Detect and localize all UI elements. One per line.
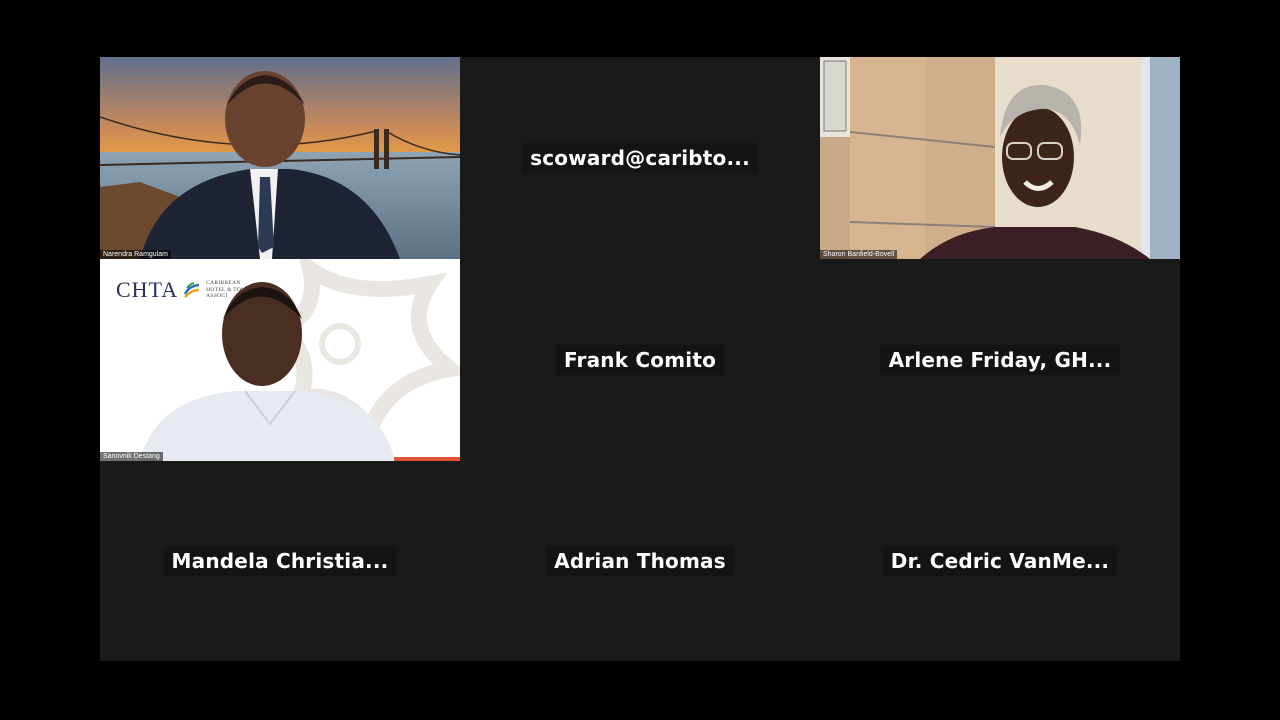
participant-tile-sanovnik[interactable]: CHTA CARIBBEAN HOTEL & TOU ASSOCI Sanovn… bbox=[100, 259, 460, 461]
chta-logo-subtitle: CARIBBEAN HOTEL & TOU ASSOCI bbox=[206, 280, 246, 300]
participant-name: Adrian Thomas bbox=[546, 546, 734, 576]
participant-tile-scoward[interactable]: scoward@caribto... bbox=[460, 57, 820, 259]
participant-tile-adrian[interactable]: Adrian Thomas bbox=[460, 461, 820, 661]
participant-tile-narendra[interactable]: Narendra Ramgulam bbox=[100, 57, 460, 259]
video-gallery: Narendra Ramgulam scoward@caribto... Sha… bbox=[100, 57, 1180, 661]
participant-name: Mandela Christia... bbox=[163, 546, 397, 576]
participant-name: Arlene Friday, GH... bbox=[880, 345, 1120, 375]
chta-logo-title: CHTA bbox=[116, 277, 179, 302]
participant-tile-arlene[interactable]: Arlene Friday, GH... bbox=[820, 259, 1180, 461]
chta-emblem-icon bbox=[184, 282, 201, 298]
participant-name-label: Sanovnik Destang bbox=[100, 452, 163, 461]
participant-tile-cedric[interactable]: Dr. Cedric VanMe... bbox=[820, 461, 1180, 661]
participant-video bbox=[100, 57, 460, 259]
participant-video bbox=[820, 57, 1180, 259]
participant-name: Dr. Cedric VanMe... bbox=[882, 546, 1118, 576]
participant-name-label: Narendra Ramgulam bbox=[100, 250, 171, 259]
participant-tile-frank[interactable]: Frank Comito bbox=[460, 259, 820, 461]
chta-logo: CHTA CARIBBEAN HOTEL & TOU ASSOCI bbox=[116, 277, 245, 303]
participant-name-label: Sharon Banfield-Bovell bbox=[820, 250, 898, 259]
participant-name: Frank Comito bbox=[555, 345, 725, 375]
participant-name: scoward@caribto... bbox=[522, 143, 758, 173]
participant-tile-sharon[interactable]: Sharon Banfield-Bovell bbox=[820, 57, 1180, 259]
participant-tile-mandela[interactable]: Mandela Christia... bbox=[100, 461, 460, 661]
